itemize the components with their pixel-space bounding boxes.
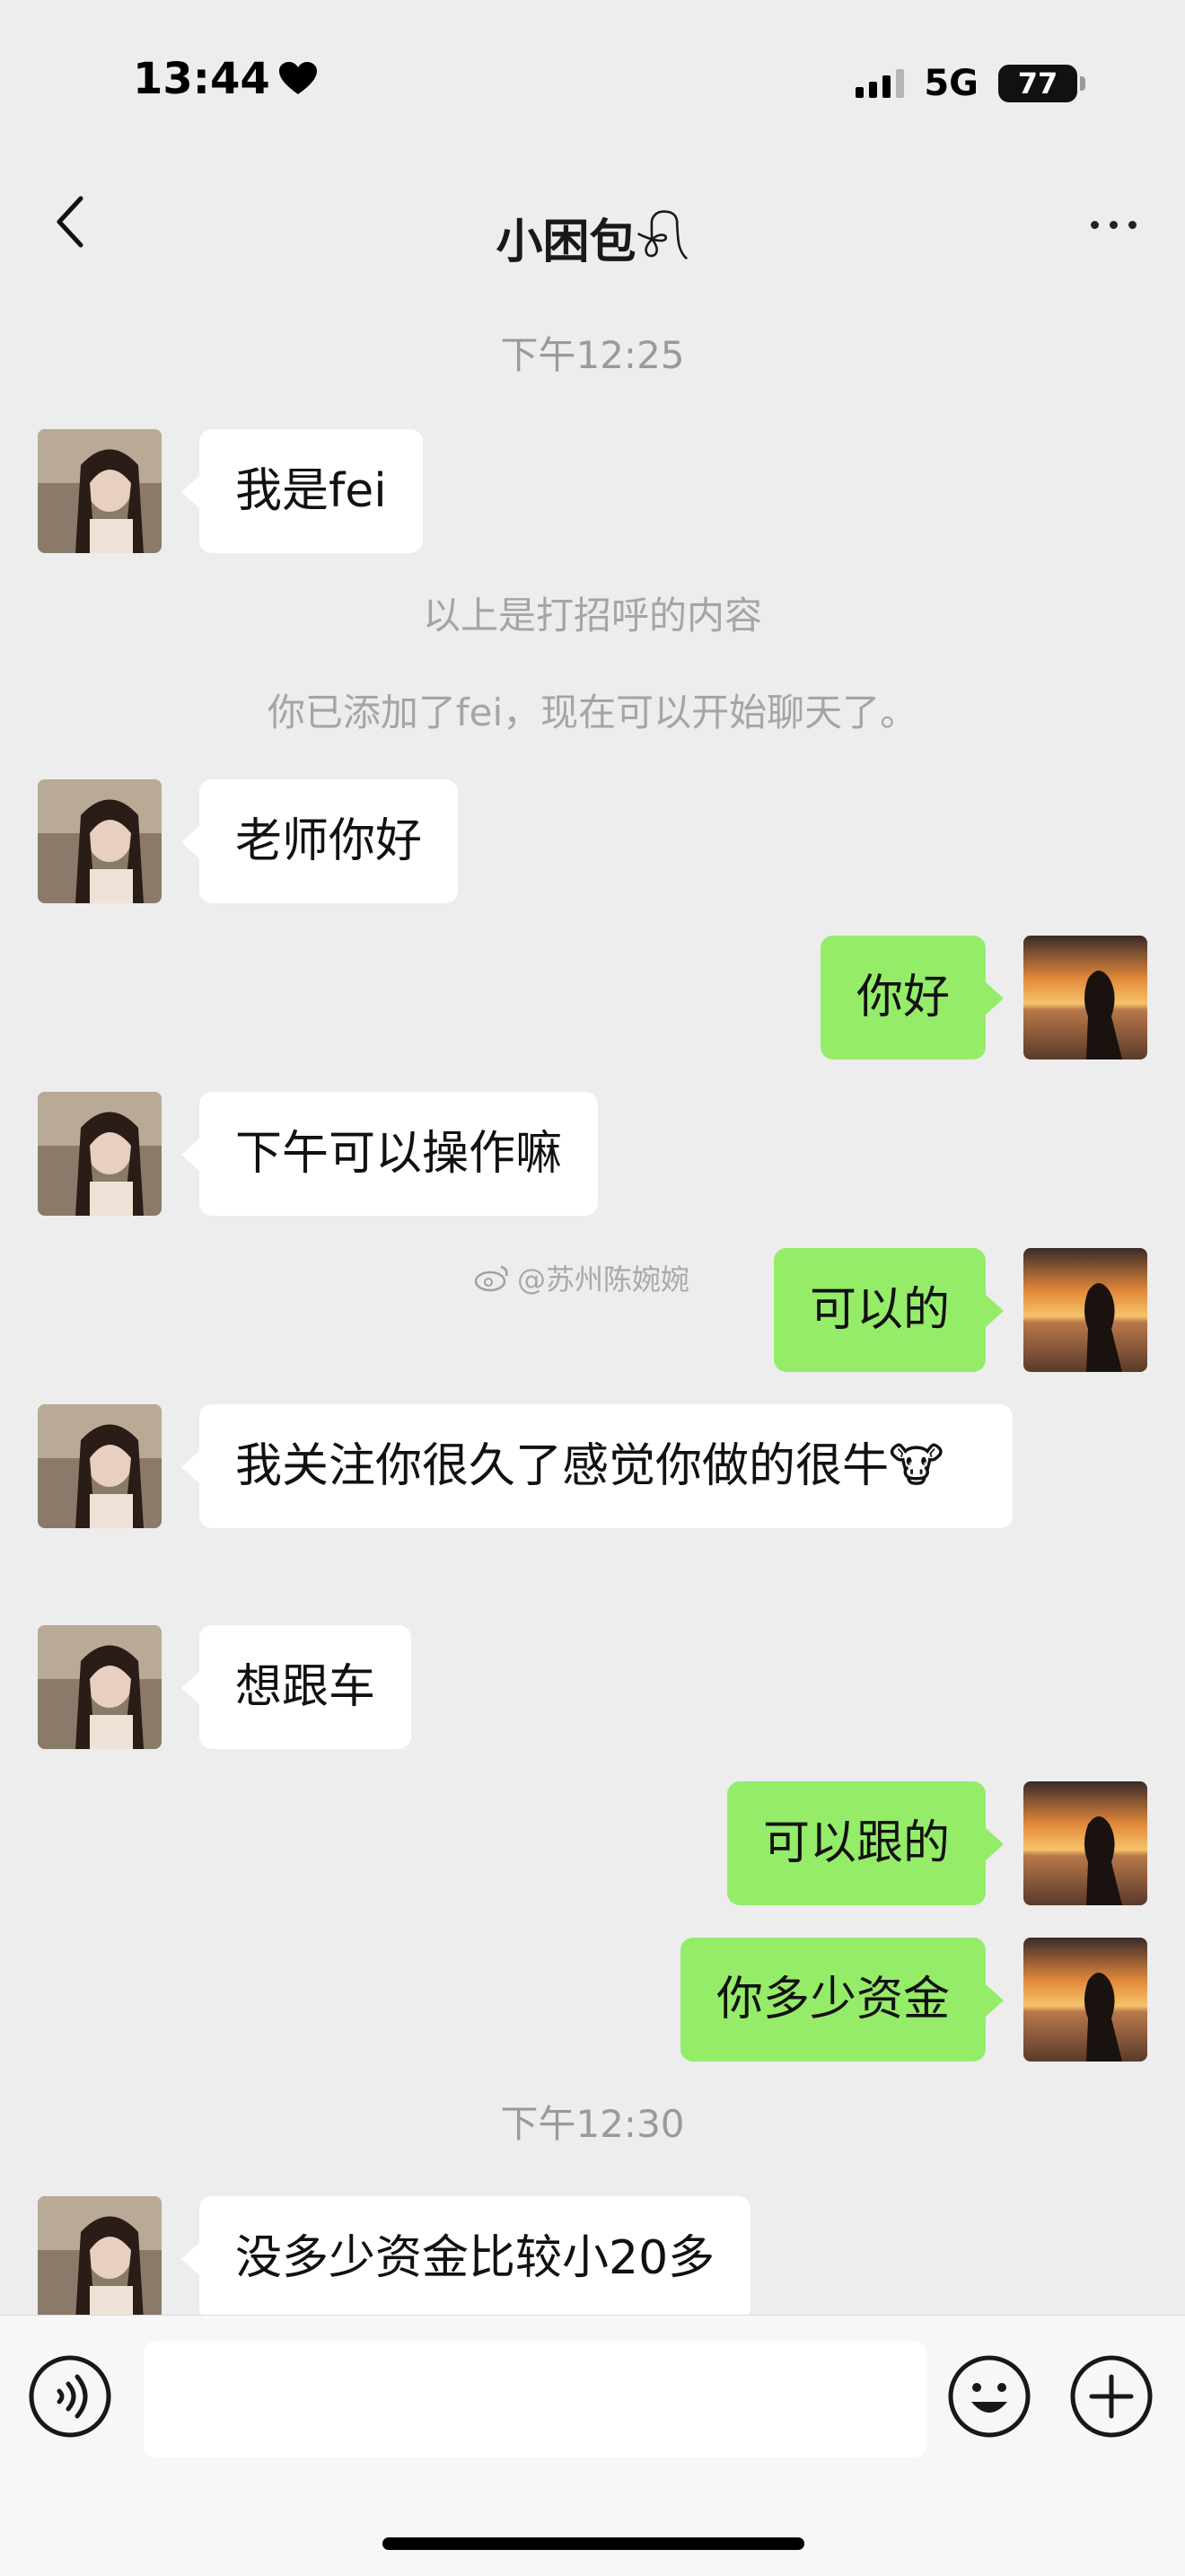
self-avatar[interactable]	[1023, 936, 1147, 1059]
weibo-icon	[474, 1265, 508, 1292]
battery-level: 77	[1017, 66, 1058, 101]
status-time: 13:44	[133, 54, 317, 104]
voice-button[interactable]	[27, 2353, 113, 2440]
contact-avatar[interactable]	[38, 1092, 162, 1216]
watermark: @苏州陈婉婉	[474, 1257, 689, 1298]
message-bubble-incoming[interactable]: 我关注你很久了感觉你做的很牛🐮	[181, 1404, 1013, 1528]
message-text: 可以跟的	[762, 1816, 950, 1870]
contact-avatar[interactable]	[38, 1404, 162, 1528]
message-text: 没多少资金比较小20多	[235, 2231, 715, 2285]
status-indicators: 5G 77	[856, 63, 1085, 104]
contact-avatar[interactable]	[38, 779, 162, 903]
emoji-button[interactable]	[946, 2353, 1032, 2440]
message-text: 想跟车	[235, 1660, 376, 1714]
plus-icon	[1070, 2355, 1153, 2438]
chat-title: 小困包𓍯	[496, 215, 689, 269]
message-bubble-incoming[interactable]: 想跟车	[180, 1625, 412, 1749]
message-text: 可以的	[809, 1283, 950, 1337]
status-bar: 13:44 5G 77	[0, 0, 1185, 171]
contact-avatar[interactable]	[38, 429, 162, 553]
system-message: 你已添加了fei，现在可以开始聊天了。	[267, 690, 918, 734]
battery-icon: 77	[998, 65, 1085, 102]
timestamp: 下午12:25	[500, 333, 685, 377]
nav-bar: 小困包𓍯	[0, 171, 1185, 278]
message-bubble-outgoing[interactable]: 你多少资金	[680, 1938, 1005, 2062]
message-bubble-incoming[interactable]: 我是fei	[181, 429, 423, 553]
more-dots-icon	[1090, 220, 1099, 229]
contact-avatar[interactable]	[38, 1625, 162, 1749]
plus-button[interactable]	[1068, 2353, 1154, 2440]
message-text: 老师你好	[235, 814, 423, 868]
message-bubble-incoming[interactable]: 老师你好	[180, 779, 459, 903]
message-text: 我关注你很久了感觉你做的很牛🐮	[235, 1439, 944, 1493]
message-text: 你好	[856, 971, 950, 1024]
message-bubble-incoming[interactable]: 下午可以操作嘛	[180, 1092, 599, 1216]
message-text: 下午可以操作嘛	[235, 1127, 563, 1181]
message-input[interactable]	[144, 2341, 926, 2457]
home-indicator[interactable]	[382, 2537, 804, 2550]
contact-avatar[interactable]	[38, 2196, 162, 2315]
system-message: 以上是打招呼的内容	[422, 593, 762, 637]
status-time-text: 13:44	[133, 54, 270, 104]
network-type: 5G	[924, 63, 979, 104]
voice-icon	[29, 2355, 111, 2438]
self-avatar[interactable]	[1023, 1781, 1147, 1905]
message-bubble-incoming[interactable]: 没多少资金比较小20多	[180, 2196, 751, 2315]
message-bubble-outgoing[interactable]: 可以跟的	[726, 1781, 1005, 1905]
message-text: 我是fei	[235, 464, 387, 518]
self-avatar[interactable]	[1023, 1248, 1147, 1372]
message-bubble-outgoing[interactable]: 你好	[820, 936, 1005, 1059]
signal-icon	[856, 69, 905, 98]
more-button[interactable]	[1077, 198, 1149, 251]
heart-icon	[278, 62, 317, 94]
watermark-text: @苏州陈婉婉	[517, 1262, 690, 1297]
emoji-icon	[948, 2355, 1031, 2438]
self-avatar[interactable]	[1023, 1938, 1147, 2062]
message-text: 你多少资金	[715, 1973, 950, 2027]
message-bubble-outgoing[interactable]: 可以的	[773, 1248, 1005, 1372]
chat-area[interactable]: 下午12:25 我是fei 以上是打招呼的内容 你已添加了fei，现在可以开始聊…	[0, 305, 1185, 2315]
timestamp: 下午12:30	[500, 2102, 685, 2146]
